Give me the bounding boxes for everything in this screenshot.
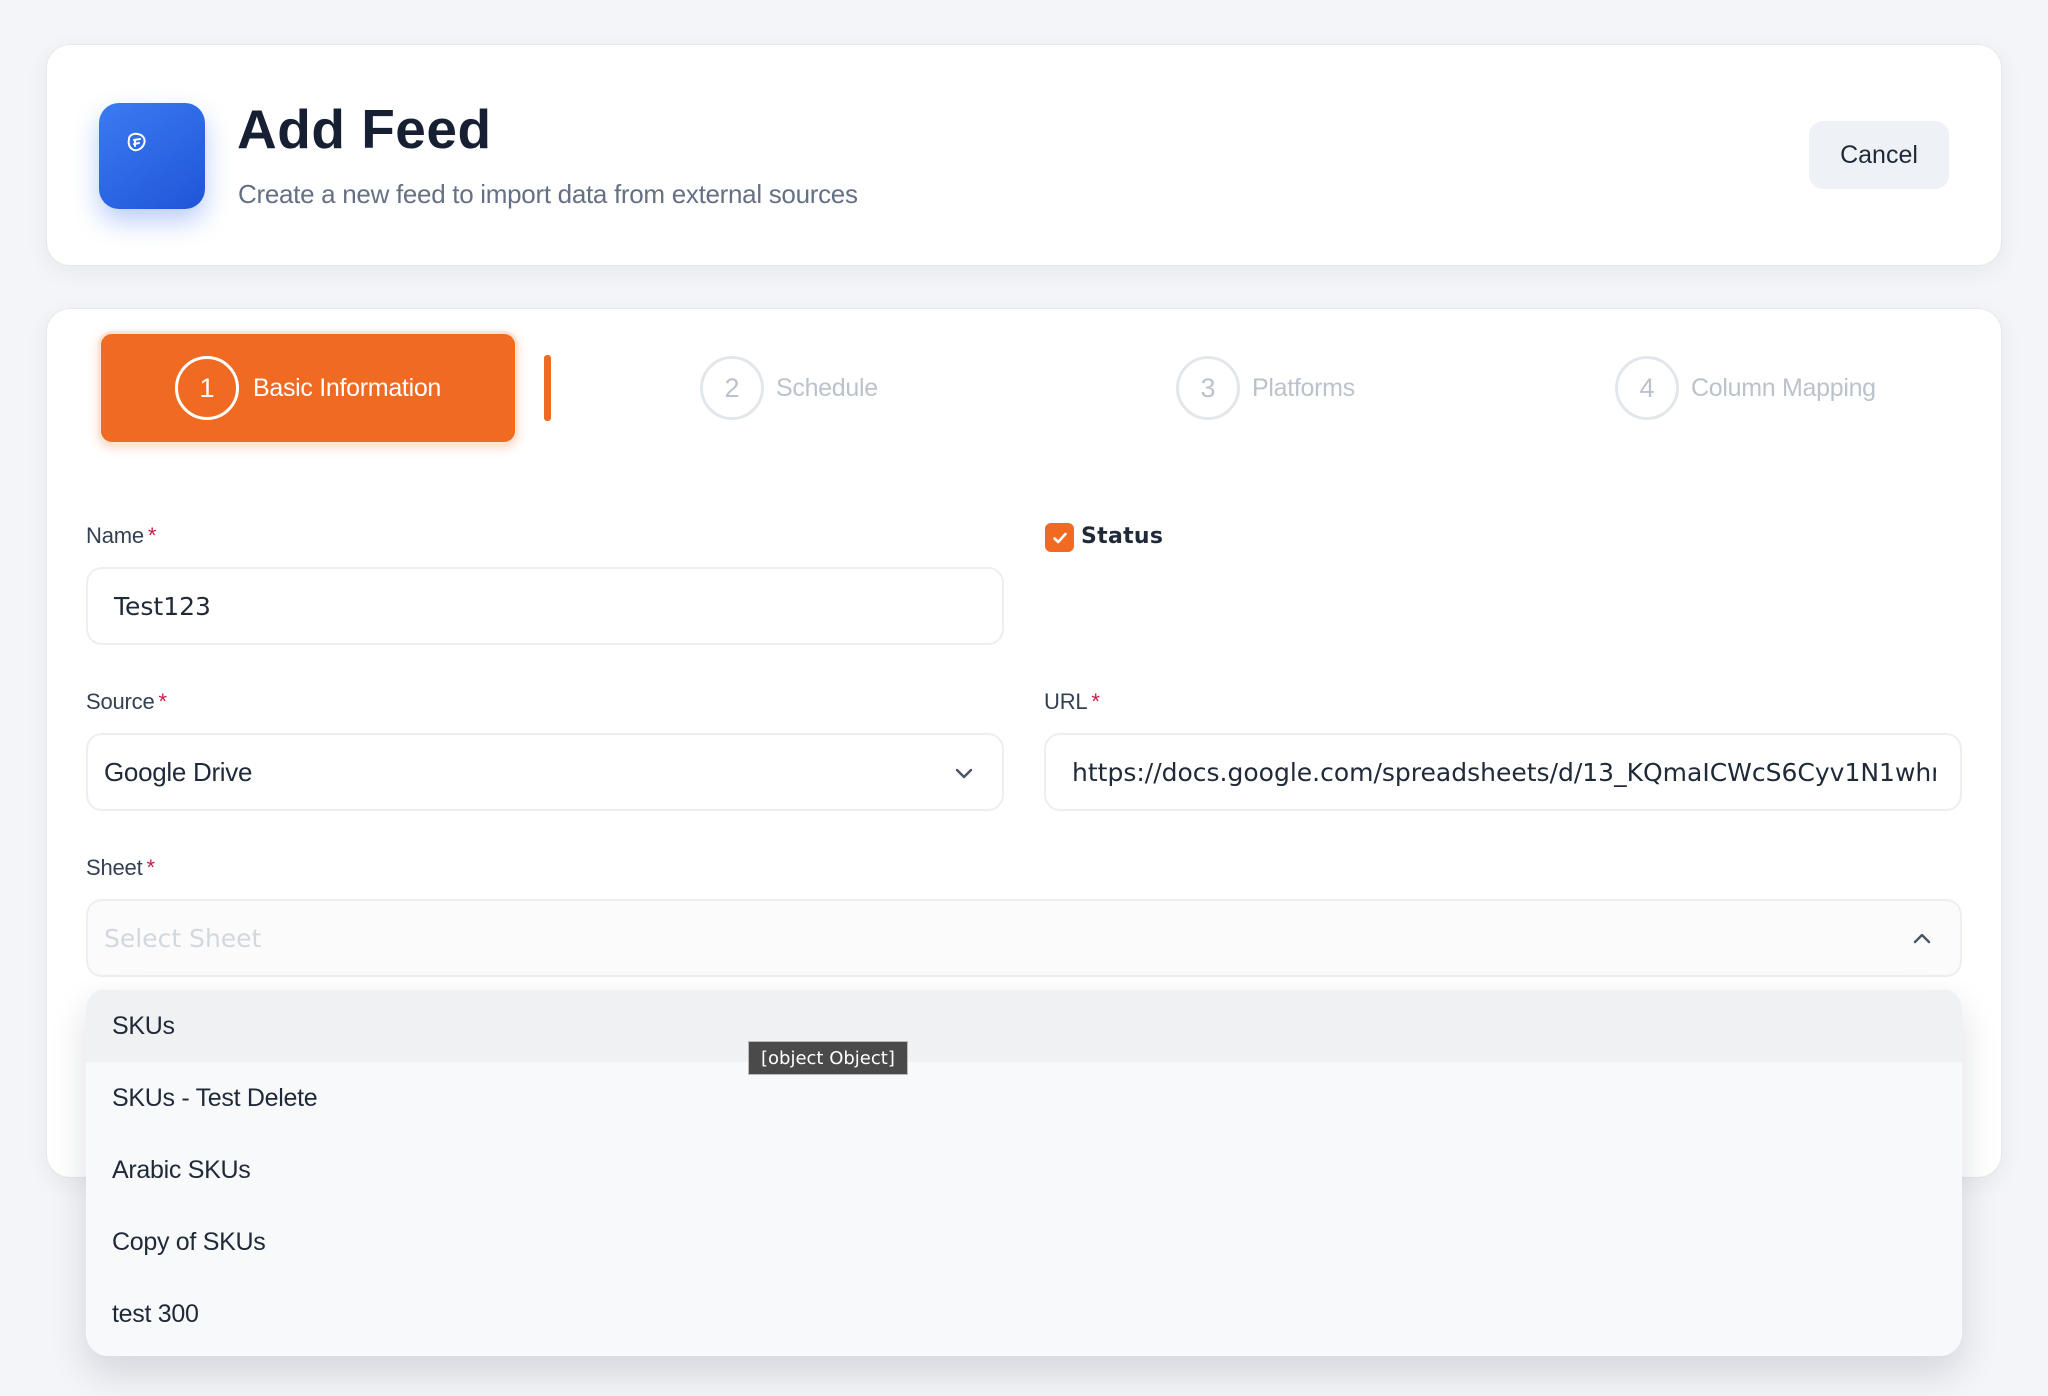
url-field-value: https://docs.google.com/spreadsheets/d/1… [1072,757,1936,787]
step-number: 1 [175,356,239,420]
chevron-up-icon [1913,933,1931,944]
sheet-select-placeholder: Select Sheet [104,923,262,953]
name-field-value: Test123 [114,591,211,621]
name-field[interactable]: Test123 [86,567,1004,645]
option-tooltip: [object Object] [748,1041,908,1075]
url-field[interactable]: https://docs.google.com/spreadsheets/d/1… [1044,733,1962,811]
step-label: Basic Information [253,373,442,402]
source-select[interactable]: Google Drive [86,733,1004,811]
status-label: Status [1081,524,1164,549]
chevron-down-icon [955,768,973,779]
checkmark-icon [1052,532,1067,543]
step-schedule[interactable]: 2 Schedule [700,355,878,421]
sheet-option[interactable]: SKUs [86,990,1962,1062]
status-checkbox[interactable] [1045,523,1074,552]
required-mark: * [158,689,168,714]
sheet-label-text: Sheet [86,855,143,880]
step-number: 2 [700,356,764,420]
sheet-options-dropdown: SKUs SKUs - Test Delete Arabic SKUs Copy… [86,988,1962,1356]
feed-logo-icon [127,132,146,152]
required-mark: * [1091,689,1100,714]
header-card: Add Feed Create a new feed to import dat… [46,44,2002,266]
name-label: Name * [86,523,156,549]
url-label: URL * [1044,689,1100,715]
source-label-text: Source [86,689,155,714]
sheet-option[interactable]: test 300 [86,1278,1962,1350]
sheet-option[interactable]: Copy of SKUs [86,1206,1962,1278]
sheet-option[interactable]: Arabic SKUs [86,1134,1962,1206]
step-platforms[interactable]: 3 Platforms [1176,355,1355,421]
source-label: Source * [86,689,167,715]
sheet-label: Sheet * [86,855,155,881]
name-label-text: Name [86,523,144,548]
step-number: 3 [1176,356,1240,420]
step-label: Schedule [776,373,878,402]
page-title: Add Feed [237,98,492,160]
step-basic-information[interactable]: 1 Basic Information [98,331,518,445]
sheet-select[interactable]: Select Sheet [86,899,1962,977]
required-mark: * [147,523,157,548]
step-progress-indicator [544,355,551,421]
page-subtitle: Create a new feed to import data from ex… [238,179,858,209]
url-label-text: URL [1044,689,1088,714]
step-number: 4 [1615,356,1679,420]
feed-logo [99,103,205,209]
step-label: Platforms [1252,373,1355,402]
step-label: Column Mapping [1691,373,1876,402]
required-mark: * [146,855,156,880]
sheet-option[interactable]: SKUs - Test Delete [86,1062,1962,1134]
step-column-mapping[interactable]: 4 Column Mapping [1615,355,1876,421]
cancel-button[interactable]: Cancel [1809,121,1949,189]
source-select-value: Google Drive [104,756,253,787]
